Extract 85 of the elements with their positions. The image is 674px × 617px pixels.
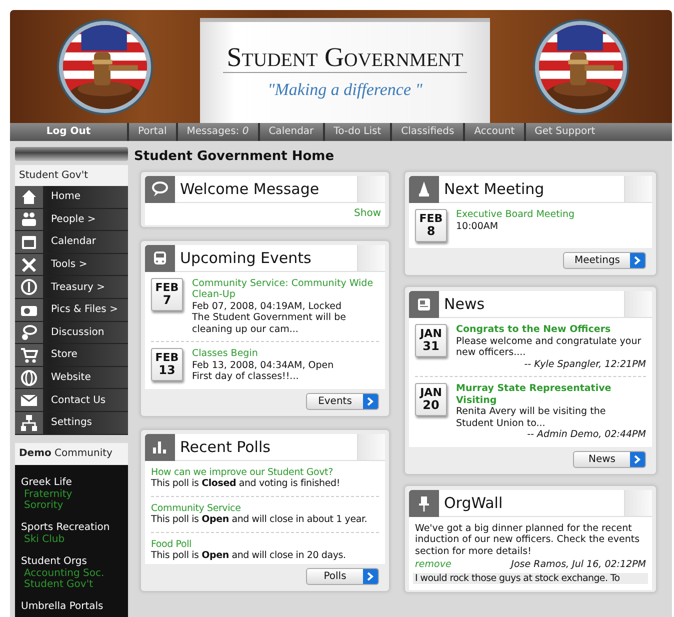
more-button[interactable]: Polls (306, 568, 379, 584)
event-time: 10:00AM (456, 220, 500, 232)
globe-icon (20, 368, 38, 387)
news-link[interactable]: Murray State Representative Visiting (456, 383, 646, 406)
nav-link[interactable]: Get Support (524, 123, 604, 141)
community-group[interactable]: Sports Recreation (21, 522, 122, 534)
date-badge: FEB 13 (151, 348, 183, 381)
sidebar-item[interactable]: Tools > (15, 254, 128, 276)
nav-link[interactable]: To-do List (322, 123, 390, 141)
panel-title: Recent Polls (179, 436, 272, 458)
sidebar-item[interactable]: Contact Us (15, 389, 128, 412)
tools-icon (20, 256, 38, 274)
event-meta: Feb 13, 2008, 04:34AM, Open (192, 360, 334, 371)
sidebar-item[interactable]: People > (15, 208, 128, 232)
news-excerpt: Please welcome and congratulate your new officers.... (456, 336, 642, 358)
poll-link[interactable]: Community Service (151, 502, 379, 514)
event-meta: Feb 07, 2008, 04:19AM, Locked (192, 300, 342, 312)
community-link[interactable]: Accounting Soc. (21, 568, 122, 579)
sidebar-item[interactable]: Store (15, 344, 128, 367)
sidebar-item[interactable]: Treasury > (15, 276, 128, 299)
chevron-icon (634, 454, 641, 464)
event-link[interactable]: Executive Board Meeting (456, 209, 575, 220)
sidebar-item[interactable]: Pics & Files > (15, 298, 128, 322)
post-byline: Jose Ramos, Jul 16, 02:12PM (511, 559, 646, 570)
cart-icon (20, 346, 38, 364)
community-group[interactable]: Umbrella Portals (21, 600, 122, 613)
nav-link[interactable]: Classifieds (390, 123, 464, 141)
site-tagline: "Making a difference " (268, 79, 422, 102)
panel-title: News (443, 294, 486, 315)
community-link[interactable]: Ski Club (21, 534, 122, 545)
community-link[interactable]: Sorority (21, 500, 122, 511)
nav-link[interactable]: Messages: 0 (176, 123, 258, 141)
panel-title: OrgWall (443, 492, 504, 514)
news-excerpt: Renita Avery will be visiting the Student Union to... (456, 406, 607, 429)
page-title: Student Government Home (134, 148, 336, 165)
chevron-icon (367, 396, 374, 406)
chevron-icon (634, 256, 641, 265)
news-link[interactable]: Congrats to the New Officers (456, 324, 646, 336)
event-link[interactable]: Community Service: Community Wide Clean-Up (192, 278, 379, 300)
community-heading: Demo Community (15, 442, 128, 465)
poll-status: This poll is Closed and voting is finished! (151, 478, 341, 490)
sitemap-icon (20, 414, 38, 432)
show-link[interactable]: Show (354, 208, 381, 220)
home-icon (20, 188, 38, 206)
poll-status: This poll is Open and will close in 20 days. (151, 550, 347, 562)
date-badge: FEB 8 (415, 209, 447, 242)
date-badge: JAN 31 (415, 324, 447, 357)
more-button[interactable]: Meetings (563, 252, 646, 269)
more-button[interactable]: Events (306, 392, 379, 410)
nav-link[interactable]: Calendar (258, 123, 323, 141)
sidebar-item[interactable]: Website (15, 366, 128, 390)
sidebar-item[interactable]: Home (15, 186, 128, 209)
wall-post: I would rock those guys at stock exchange. To (415, 572, 621, 584)
panel-title: Welcome Message (179, 179, 320, 200)
sidebar-item[interactable]: Discussion (15, 322, 128, 344)
community-link[interactable]: Student Gov't (21, 578, 122, 590)
nav-link[interactable]: Portal (127, 123, 176, 141)
nav-link[interactable]: Log Out (10, 123, 127, 141)
people-icon (20, 210, 38, 228)
chat-icon (20, 323, 38, 342)
poll-link[interactable]: Food Poll (151, 538, 379, 550)
site-title: Student Government (222, 42, 468, 74)
news-byline: -- Kyle Spangler, 12:21PM (523, 358, 646, 370)
date-badge: JAN 20 (415, 383, 447, 416)
sidebar-item[interactable]: Settings (15, 412, 128, 435)
news-byline: -- Admin Demo, 02:44PM (526, 429, 646, 440)
event-excerpt: First day of classes!!... (192, 371, 300, 382)
coin-icon (20, 278, 38, 296)
event-excerpt: The Student Government will be cleaning up our cam... (192, 312, 347, 335)
poll-status: This poll is Open and will close in about 1 year. (151, 514, 368, 526)
community-group[interactable]: Student Orgs (21, 556, 122, 568)
sidebar-item[interactable]: Calendar (15, 231, 128, 254)
nav-link[interactable]: Account (463, 123, 524, 141)
panel-title: Upcoming Events (179, 248, 312, 268)
sidebar-heading: Student Gov't (15, 165, 128, 186)
event-link[interactable]: Classes Begin (192, 348, 334, 360)
chevron-icon (367, 572, 374, 580)
wall-post: We've got a big dinner planned for the recent induction of our new officers. Check the events section for more details! (415, 522, 641, 557)
community-group[interactable]: Greek Life (21, 476, 122, 489)
date-badge: FEB 7 (151, 278, 183, 310)
community-link[interactable]: Fraternity (21, 488, 122, 500)
poll-link[interactable]: How can we improve our Student Govt? (151, 466, 379, 478)
panel-title: Next Meeting (443, 179, 546, 200)
more-button[interactable]: News (573, 450, 646, 468)
remove-link[interactable]: remove (415, 559, 452, 570)
